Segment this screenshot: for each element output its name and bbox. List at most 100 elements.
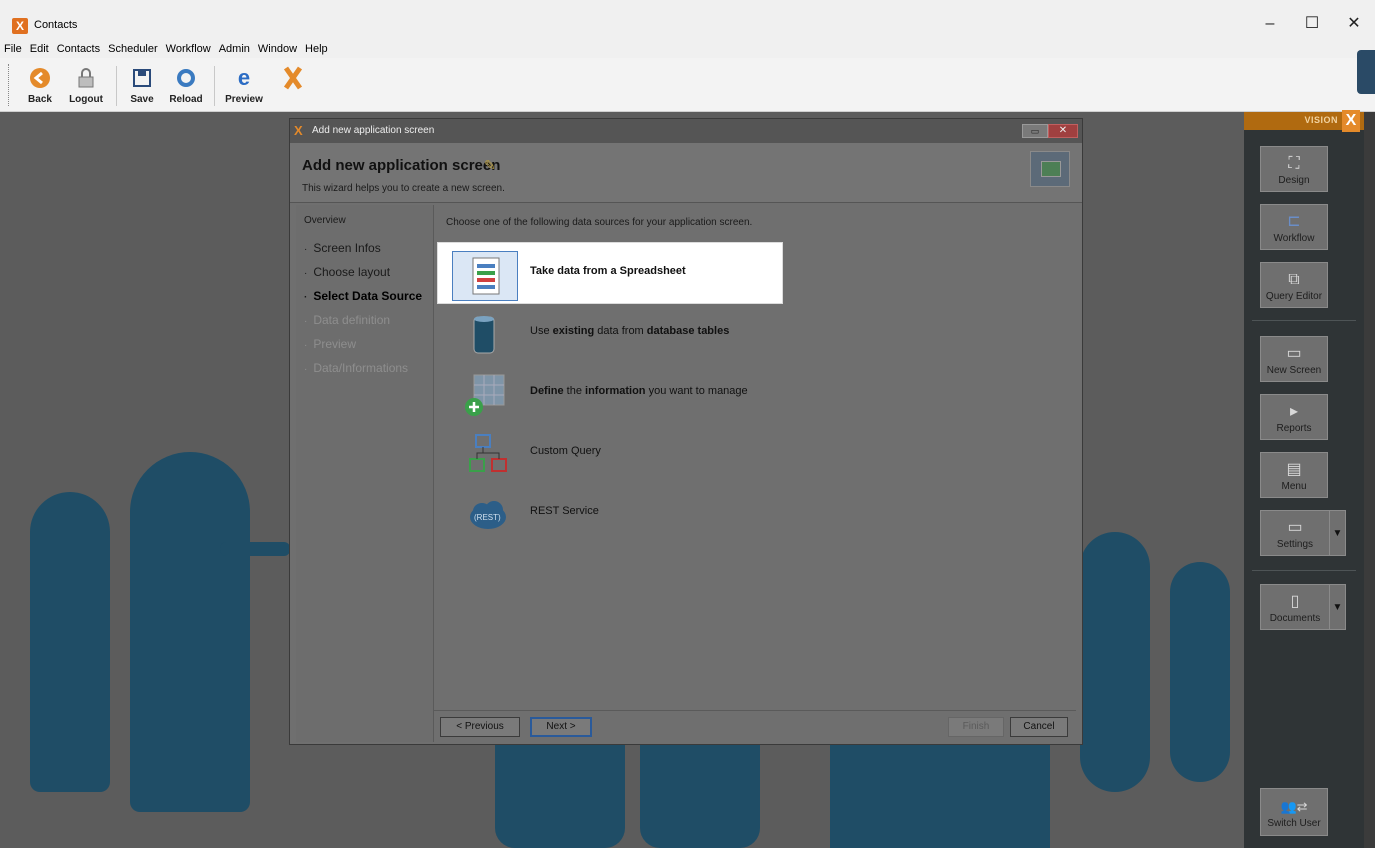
switch-user-icon: 👥⇄ — [1280, 798, 1308, 814]
data-source-prompt: Choose one of the following data sources… — [446, 217, 753, 228]
query-editor-button[interactable]: ⧉ Query Editor — [1260, 262, 1328, 308]
save-button[interactable]: Save — [120, 66, 164, 105]
spreadsheet-icon — [452, 251, 518, 301]
database-icon — [452, 311, 518, 361]
close-icon[interactable]: ✕ — [1333, 12, 1375, 36]
browser-e-icon: e — [237, 65, 251, 90]
data-source-panel: Choose one of the following data sources… — [434, 205, 1076, 710]
silhouette-arm — [220, 542, 290, 556]
dialog-close-icon[interactable]: ✕ — [1048, 124, 1078, 138]
database-option-label: Use existing data from database tables — [530, 325, 730, 337]
back-button[interactable]: Back — [18, 66, 62, 105]
previous-button[interactable]: < Previous — [440, 717, 520, 737]
documents-icon: ▯ — [1290, 592, 1300, 610]
screen-picture-icon — [1030, 151, 1070, 187]
menu-scheduler[interactable]: Scheduler — [104, 40, 162, 58]
app-x-icon: X — [12, 18, 28, 34]
rest-badge: (REST) — [474, 513, 501, 522]
pencil-icon: ✎ — [484, 157, 496, 173]
design-button[interactable]: ⛶ Design — [1260, 146, 1328, 192]
settings-window-icon: ▭ — [1287, 518, 1303, 536]
toolbar-edge-widget — [1357, 50, 1375, 94]
logout-button[interactable]: Logout — [64, 66, 108, 105]
next-button[interactable]: Next > — [530, 717, 592, 737]
dialog-restore-icon[interactable]: ▭ — [1022, 124, 1048, 138]
option-rest-service[interactable]: (REST) REST Service — [438, 483, 782, 543]
window-controls: – ☐ ✕ — [1249, 12, 1375, 36]
toolbar-grip[interactable] — [8, 64, 11, 106]
vision-x-icon — [282, 66, 306, 90]
finish-button[interactable]: Finish — [948, 717, 1004, 737]
reload-button[interactable]: Reload — [164, 66, 208, 105]
vision-x-dropdown-button[interactable] — [272, 66, 316, 90]
option-database-tables[interactable]: Use existing data from database tables — [438, 303, 782, 363]
steps-list: · Screen Infos · Choose layout · Select Dat… — [304, 237, 422, 381]
rest-cloud-icon: (REST) — [452, 491, 518, 541]
step-item-current: · Select Data Source — [304, 289, 423, 303]
option-custom-query[interactable]: Custom Query — [438, 423, 782, 483]
silhouette-person — [30, 492, 110, 792]
wizard-heading: Add new application screen — [302, 157, 501, 174]
add-screen-dialog: X Add new application screen ▭ ✕ Add new… — [289, 118, 1083, 745]
switch-user-button[interactable]: 👥⇄ Switch User — [1260, 788, 1328, 836]
chevron-down-icon[interactable]: ▼ — [1329, 511, 1345, 555]
menu-doc-icon: ▤ — [1286, 460, 1302, 478]
workflow-icon: ⊏ — [1287, 212, 1301, 230]
workflow-button[interactable]: ⊏ Workflow — [1260, 204, 1328, 250]
menu-help[interactable]: Help — [301, 40, 332, 58]
minimize-icon[interactable]: – — [1249, 12, 1291, 36]
menu-file[interactable]: File — [0, 40, 26, 58]
chevron-down-icon[interactable]: ▼ — [1329, 585, 1345, 629]
cancel-button[interactable]: Cancel — [1010, 717, 1068, 737]
reports-icon: ▸ — [1289, 402, 1299, 420]
maximize-icon[interactable]: ☐ — [1291, 12, 1333, 36]
step-item: · Data definition — [304, 313, 391, 327]
right-edge-strip — [1364, 112, 1375, 848]
new-screen-button[interactable]: ▭ New Screen — [1260, 336, 1328, 382]
toolbar-separator — [116, 66, 117, 106]
window-titlebar: X Contacts – ☐ ✕ — [0, 0, 1375, 40]
silhouette-person — [130, 452, 250, 812]
wizard-subtitle: This wizard helps you to create a new sc… — [302, 183, 505, 194]
steps-title: Overview — [304, 215, 346, 226]
define-option-label: Define the information you want to manag… — [530, 385, 748, 397]
lock-icon — [74, 66, 98, 90]
back-arrow-icon — [28, 66, 52, 90]
reload-icon — [174, 66, 198, 90]
step-item: · Data/Informations — [304, 361, 409, 375]
panel-divider — [1252, 320, 1356, 321]
save-icon — [130, 66, 154, 90]
window-title: Contacts — [34, 19, 78, 31]
step-item: · Choose layout — [304, 265, 391, 279]
menu-button[interactable]: ▤ Menu — [1260, 452, 1328, 498]
reports-button[interactable]: ▸ Reports — [1260, 394, 1328, 440]
menu-edit[interactable]: Edit — [26, 40, 53, 58]
silhouette-person — [1080, 532, 1150, 792]
option-spreadsheet[interactable]: Take data from a Spreadsheet — [438, 243, 782, 303]
menu-bar: File Edit Contacts Scheduler Workflow Ad… — [0, 40, 332, 58]
silhouette-person — [1170, 562, 1230, 782]
design-frame-icon: ⛶ — [1288, 154, 1300, 172]
panel-divider — [1252, 570, 1356, 571]
grid-add-icon — [452, 371, 518, 421]
step-item: · Preview — [304, 337, 357, 351]
option-define-information[interactable]: Define the information you want to manag… — [438, 363, 782, 423]
menu-admin[interactable]: Admin — [215, 40, 254, 58]
vision-x-icon[interactable]: X — [1342, 110, 1360, 132]
step-item: · Screen Infos — [304, 241, 381, 255]
query-editor-icon: ⧉ — [1288, 270, 1300, 288]
dialog-titlebar: X Add new application screen ▭ ✕ — [290, 119, 1082, 143]
wizard-header: Add new application screen ✎ This wizard… — [290, 143, 1082, 203]
wizard-steps-panel: Overview · Screen Infos · Choose layout · S… — [296, 205, 434, 742]
menu-window[interactable]: Window — [254, 40, 301, 58]
preview-button[interactable]: e Preview — [222, 65, 266, 105]
query-blocks-icon — [452, 431, 518, 481]
menu-contacts[interactable]: Contacts — [53, 40, 104, 58]
settings-button[interactable]: ▭ Settings ▼ — [1260, 510, 1346, 556]
menu-workflow[interactable]: Workflow — [162, 40, 215, 58]
wizard-footer: < Previous Next > Finish Cancel — [434, 710, 1076, 742]
vision-panel: VISION X ⛶ Design ⊏ Workflow ⧉ Query Edi… — [1244, 110, 1364, 848]
documents-button[interactable]: ▯ Documents ▼ — [1260, 584, 1346, 630]
toolbar-separator — [214, 66, 215, 106]
vision-x-icon: X — [294, 123, 303, 138]
